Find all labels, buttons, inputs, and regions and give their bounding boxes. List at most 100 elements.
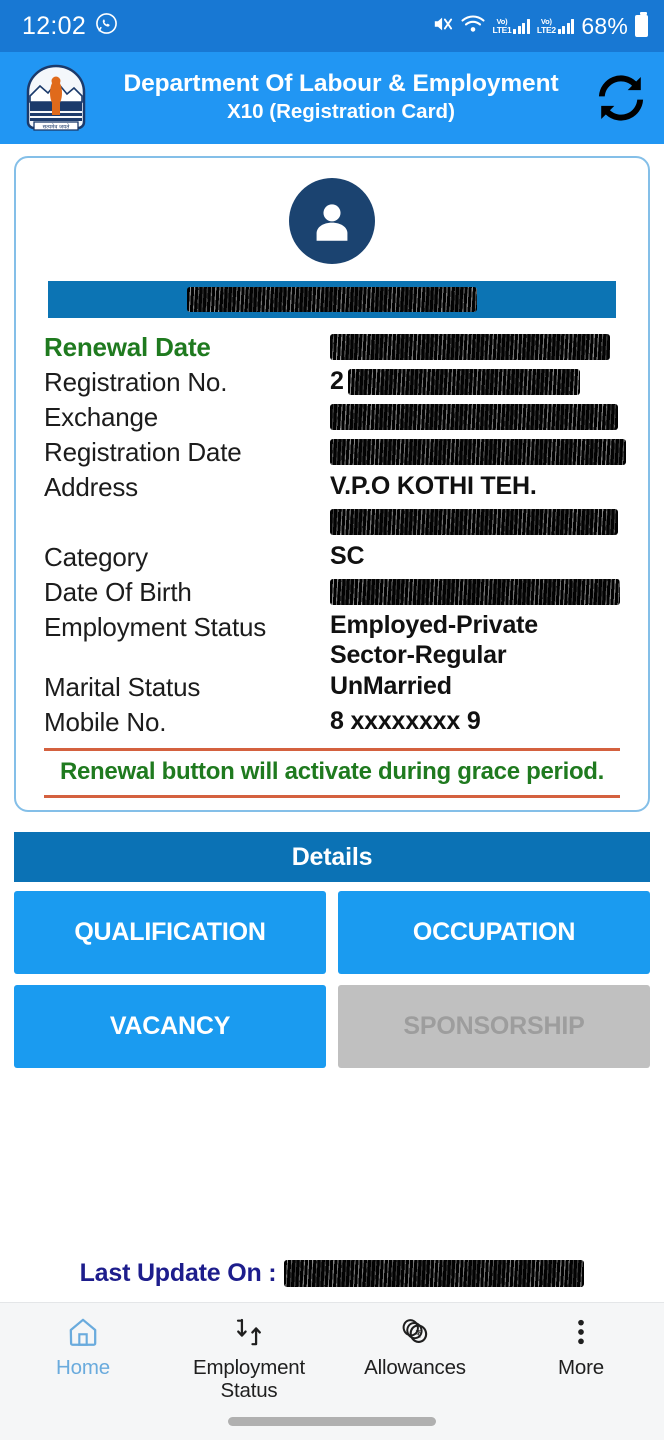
card-field-row: Employment Status Employed-Private Sector… (44, 610, 620, 670)
cardholder-name-banner (48, 281, 616, 318)
header-titles: Department Of Labour & Employment X10 (R… (104, 70, 582, 125)
card-field-row: Date Of Birth (44, 575, 620, 610)
details-button-grid: QUALIFICATION OCCUPATION VACANCY SPONSORSHI… (14, 891, 650, 1068)
card-field-value (330, 505, 620, 539)
status-bar: 12:02 Vo) LTE1 Vo) LTE2 68% (0, 0, 664, 52)
card-field-row (44, 505, 620, 540)
page-title: Department Of Labour & Employment (123, 70, 559, 98)
details-label: Details (291, 842, 373, 871)
wifi-icon (461, 14, 486, 39)
nav-item-allowances[interactable]: ₹ Allowances (332, 1313, 498, 1380)
card-field-label: Marital Status (44, 672, 201, 702)
status-bar-right: Vo) LTE1 Vo) LTE2 68% (432, 12, 648, 40)
card-field-value-text: 8 xxxxxxxx 9 (330, 707, 481, 736)
card-field-row: Registration No. 2 (44, 365, 620, 400)
redacted-value (330, 439, 626, 465)
sim2-signal-bars (557, 19, 575, 34)
card-field-row: Exchange (44, 400, 620, 435)
app-root: 12:02 Vo) LTE1 Vo) LTE2 68% सत्यमेव जयते… (0, 0, 664, 1440)
occupation-button[interactable]: OCCUPATION (338, 891, 650, 974)
card-field-value: V.P.O KOTHI TEH. (330, 470, 620, 504)
card-field-value-text: UnMarried (330, 672, 452, 701)
last-update-row: Last Update On : (0, 1259, 664, 1288)
card-field-value: 8 xxxxxxxx 9 (330, 705, 620, 739)
card-field-value-text: Employed-Private Sector-Regular (330, 611, 538, 669)
card-field-label: Date Of Birth (44, 577, 192, 607)
redacted-value (347, 369, 580, 395)
card-field-value: UnMarried (330, 670, 620, 704)
card-field-value-text: V.P.O KOTHI TEH. (330, 472, 537, 501)
card-field-row: Registration Date (44, 435, 626, 470)
sim2-volte-label: Vo) LTE2 (536, 17, 556, 35)
redacted-value (330, 334, 610, 360)
redacted-value (330, 509, 618, 535)
app-header: सत्यमेव जयते Department Of Labour & Empl… (0, 52, 664, 144)
nav-item-employment[interactable]: Employment Status (166, 1313, 332, 1403)
card-field-value (330, 400, 620, 434)
flex-spacer (0, 1068, 664, 1259)
card-field-label: Registration Date (44, 437, 242, 467)
sim1-signal-bars (513, 19, 530, 34)
svg-text:₹: ₹ (415, 1329, 421, 1340)
card-field-row: Mobile No. 8 xxxxxxxx 9 (44, 705, 620, 740)
gesture-bar[interactable] (228, 1416, 436, 1426)
more-vertical-icon (564, 1313, 598, 1351)
vacancy-button[interactable]: VACANCY (14, 985, 326, 1068)
whatsapp-icon (95, 12, 118, 40)
details-section-header: Details (14, 832, 650, 882)
card-field-row: Address V.P.O KOTHI TEH. (44, 470, 620, 505)
page-body: Renewal Date Registration No. 2 Exchange Reg… (0, 144, 664, 1302)
card-field-label: Renewal Date (44, 332, 211, 362)
card-field-row: Marital Status UnMarried (44, 670, 620, 705)
card-field-value (330, 575, 620, 609)
card-field-label: Employment Status (44, 612, 267, 642)
redacted-value (330, 404, 618, 430)
renewal-notice-text: Renewal button will activate during grac… (59, 758, 605, 785)
nav-item-home[interactable]: Home (0, 1313, 166, 1380)
sponsorship-button: SPONSORSHIP (338, 985, 650, 1068)
nav-item-more[interactable]: More (498, 1313, 664, 1380)
sim1-signal: Vo) LTE1 (492, 17, 530, 35)
home-icon (66, 1313, 100, 1351)
refresh-icon[interactable] (592, 69, 650, 127)
card-fields: Renewal Date Registration No. 2 Exchange Reg… (16, 330, 648, 740)
nav-item-label: Allowances (364, 1356, 466, 1379)
redacted-name (187, 287, 477, 312)
sim2-signal: Vo) LTE2 (536, 17, 575, 35)
user-avatar-icon (289, 178, 375, 264)
avatar-wrapper (16, 178, 648, 264)
redacted-last-update-value (284, 1260, 585, 1287)
card-field-label: Registration No. (44, 367, 228, 397)
nav-item-label: Employment Status (193, 1356, 305, 1402)
card-field-label: Address (44, 472, 138, 502)
status-bar-left: 12:02 (22, 12, 118, 40)
card-field-value: 2 (330, 365, 620, 399)
card-field-label: Exchange (44, 402, 159, 432)
card-field-row: Category SC (44, 540, 620, 575)
card-field-value-text: SC (330, 542, 365, 571)
nav-item-label: More (558, 1356, 604, 1379)
card-field-row: Renewal Date (44, 330, 620, 365)
last-update-label: Last Update On : (79, 1259, 277, 1287)
gesture-nav-area (0, 1402, 664, 1440)
card-field-value (330, 330, 620, 364)
card-field-label: Mobile No. (44, 707, 167, 737)
qualification-button[interactable]: QUALIFICATION (14, 891, 326, 974)
status-clock: 12:02 (22, 11, 87, 40)
bottom-navigation: Home Employment Status ₹ Allowances More (0, 1302, 664, 1402)
mute-icon (432, 14, 454, 39)
card-field-value: SC (330, 540, 620, 574)
registration-card: Renewal Date Registration No. 2 Exchange Reg… (14, 156, 650, 812)
renewal-notice: Renewal button will activate during grac… (44, 748, 620, 798)
rupee-coins-icon: ₹ (398, 1313, 432, 1351)
redacted-value (330, 579, 620, 605)
card-field-value: Employed-Private Sector-Regular (330, 610, 620, 670)
nav-item-label: Home (56, 1356, 110, 1379)
exchange-arrows-icon (232, 1313, 266, 1351)
card-field-label: Category (44, 542, 148, 572)
card-field-value-text: 2 (330, 367, 344, 396)
page-subtitle: X10 (Registration Card) (227, 99, 455, 123)
sim1-volte-label: Vo) LTE1 (492, 17, 512, 35)
battery-icon (635, 12, 648, 37)
battery-percent: 68% (581, 12, 628, 39)
